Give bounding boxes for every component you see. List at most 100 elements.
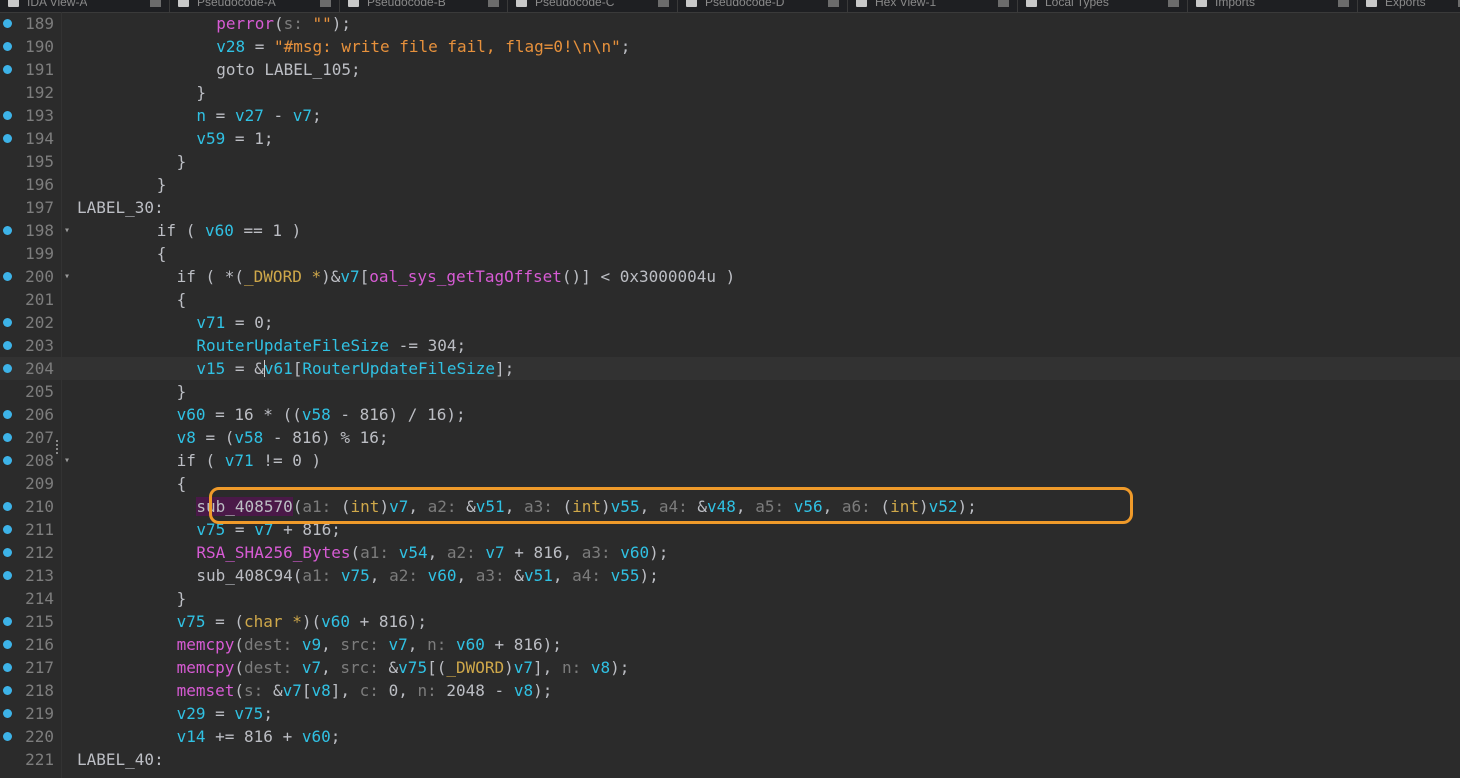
code-line[interactable]: 215 v75 = (char *)(v60 + 816); xyxy=(0,610,1460,633)
code-token[interactable]: v8 xyxy=(311,681,330,700)
code-token[interactable]: v60 xyxy=(302,727,331,746)
tab-9[interactable]: Exports xyxy=(1358,0,1460,12)
tab-2[interactable]: Pseudocode-A xyxy=(170,0,340,12)
code-token[interactable]: v60 xyxy=(456,635,485,654)
breakpoint-dot-icon[interactable] xyxy=(3,502,12,511)
breakpoint-dot-icon[interactable] xyxy=(3,111,12,120)
breakpoint-dot-icon[interactable] xyxy=(3,134,12,143)
code-token[interactable]: v28 xyxy=(216,37,245,56)
breakpoint-dot-icon[interactable] xyxy=(3,709,12,718)
fold-arrow-icon[interactable]: ▾ xyxy=(64,219,70,242)
code-token[interactable]: RSA_SHA256_Bytes xyxy=(196,543,350,562)
code-line[interactable]: 199 { xyxy=(0,242,1460,265)
code-token[interactable]: memcpy xyxy=(177,658,235,677)
code-line[interactable]: 218 memset(s: &v7[v8], c: 0, n: 2048 - v8… xyxy=(0,679,1460,702)
code-line[interactable]: 198 ▾ if ( v60 == 1 ) xyxy=(0,219,1460,242)
close-icon[interactable] xyxy=(1338,0,1349,7)
code-token[interactable]: oal_sys_getTagOffset xyxy=(369,267,562,286)
code-line[interactable]: 211 v75 = v7 + 816; xyxy=(0,518,1460,541)
code-line[interactable]: 217 memcpy(dest: v7, src: &v75[(_DWORD)v7… xyxy=(0,656,1460,679)
code-token[interactable]: memcpy xyxy=(177,635,235,654)
code-line[interactable]: 203 RouterUpdateFileSize -= 304; xyxy=(0,334,1460,357)
close-icon[interactable] xyxy=(658,0,669,7)
code-token[interactable]: v71 xyxy=(225,451,254,470)
code-token[interactable]: perror xyxy=(216,14,274,33)
code-token[interactable]: v59 xyxy=(196,129,225,148)
breakpoint-dot-icon[interactable] xyxy=(3,272,12,281)
tab-3[interactable]: Pseudocode-B xyxy=(340,0,508,12)
selected-identifier[interactable]: sub_408570 xyxy=(196,497,293,516)
tab-5[interactable]: Pseudocode-D xyxy=(678,0,848,12)
code-token[interactable]: memset xyxy=(177,681,235,700)
close-icon[interactable] xyxy=(150,0,161,7)
code-line[interactable]: 194 v59 = 1; xyxy=(0,127,1460,150)
code-token[interactable]: v75 xyxy=(177,612,206,631)
code-token[interactable]: v7 xyxy=(340,267,359,286)
breakpoint-dot-icon[interactable] xyxy=(3,456,12,465)
breakpoint-dot-icon[interactable] xyxy=(3,663,12,672)
breakpoint-dot-icon[interactable] xyxy=(3,571,12,580)
tab-8[interactable]: Imports xyxy=(1188,0,1358,12)
code-token[interactable]: v56 xyxy=(794,497,823,516)
breakpoint-dot-icon[interactable] xyxy=(3,686,12,695)
code-line[interactable]: 208 ▾ if ( v71 != 0 ) xyxy=(0,449,1460,472)
code-line[interactable]: 195} xyxy=(0,150,1460,173)
code-line[interactable]: 202 v71 = 0; xyxy=(0,311,1460,334)
code-token[interactable]: v55 xyxy=(611,497,640,516)
code-token[interactable]: v60 xyxy=(620,543,649,562)
code-line[interactable]: 200 ▾ if ( *(_DWORD *)&v7[oal_sys_getTagOf… xyxy=(0,265,1460,288)
code-line[interactable]: 189 perror(s: ""); xyxy=(0,12,1460,35)
close-icon[interactable] xyxy=(488,0,499,7)
code-token[interactable]: v58 xyxy=(302,405,331,424)
code-line[interactable]: 213 sub_408C94(a1: v75, a2: v60, a3: &v51… xyxy=(0,564,1460,587)
code-token[interactable]: v60 xyxy=(321,612,350,631)
close-icon[interactable] xyxy=(828,0,839,7)
breakpoint-dot-icon[interactable] xyxy=(3,65,12,74)
code-line[interactable]: 192} xyxy=(0,81,1460,104)
breakpoint-dot-icon[interactable] xyxy=(3,433,12,442)
code-line[interactable]: 193 n = v27 - v7; xyxy=(0,104,1460,127)
code-token[interactable]: v60 xyxy=(428,566,457,585)
code-token[interactable]: v8 xyxy=(177,428,196,447)
code-line[interactable]: 196} xyxy=(0,173,1460,196)
code-token[interactable]: v7 xyxy=(302,658,321,677)
code-line[interactable]: 214} xyxy=(0,587,1460,610)
code-token[interactable]: v54 xyxy=(399,543,428,562)
code-token[interactable]: v60 xyxy=(205,221,234,240)
pseudocode-view[interactable]: 189 perror(s: ""); 190 v28 = "#msg: write f… xyxy=(0,12,1460,778)
code-token[interactable]: v58 xyxy=(234,428,263,447)
code-line[interactable]: 190 v28 = "#msg: write file fail, flag=0!… xyxy=(0,35,1460,58)
code-token[interactable]: v75 xyxy=(398,658,427,677)
code-token[interactable]: v75 xyxy=(341,566,370,585)
code-token[interactable]: v51 xyxy=(476,497,505,516)
breakpoint-dot-icon[interactable] xyxy=(3,410,12,419)
code-line[interactable]: 216 memcpy(dest: v9, src: v7, n: v60 + 81… xyxy=(0,633,1460,656)
code-token[interactable]: v75 xyxy=(234,704,263,723)
code-line[interactable]: 197 LABEL_30: xyxy=(0,196,1460,219)
tab-1[interactable]: IDA View-A xyxy=(0,0,170,12)
code-token[interactable]: v7 xyxy=(254,520,273,539)
breakpoint-dot-icon[interactable] xyxy=(3,341,12,350)
code-token[interactable]: n xyxy=(196,106,206,125)
code-token[interactable]: v27 xyxy=(235,106,264,125)
code-token[interactable]: v7 xyxy=(514,658,533,677)
splitter-handle[interactable] xyxy=(56,440,58,454)
code-line[interactable]: 191 goto LABEL_105; xyxy=(0,58,1460,81)
fold-arrow-icon[interactable]: ▾ xyxy=(64,449,70,472)
code-token[interactable]: v8 xyxy=(591,658,610,677)
close-icon[interactable] xyxy=(998,0,1009,7)
code-line[interactable]: 220 v14 += 816 + v60; xyxy=(0,725,1460,748)
code-token[interactable]: v75 xyxy=(196,520,225,539)
code-token[interactable]: v8 xyxy=(514,681,533,700)
code-line[interactable]: 221 LABEL_40: xyxy=(0,748,1460,771)
code-token[interactable]: v9 xyxy=(302,635,321,654)
breakpoint-dot-icon[interactable] xyxy=(3,318,12,327)
code-token[interactable]: v61 xyxy=(264,359,293,378)
code-line[interactable]: 201 { xyxy=(0,288,1460,311)
code-token[interactable]: RouterUpdateFileSize xyxy=(196,336,389,355)
code-token[interactable]: v7 xyxy=(389,635,408,654)
code-token[interactable]: v51 xyxy=(524,566,553,585)
code-line[interactable]: 206 v60 = 16 * ((v58 - 816) / 16); xyxy=(0,403,1460,426)
code-token[interactable]: v29 xyxy=(177,704,206,723)
code-token[interactable]: v52 xyxy=(929,497,958,516)
